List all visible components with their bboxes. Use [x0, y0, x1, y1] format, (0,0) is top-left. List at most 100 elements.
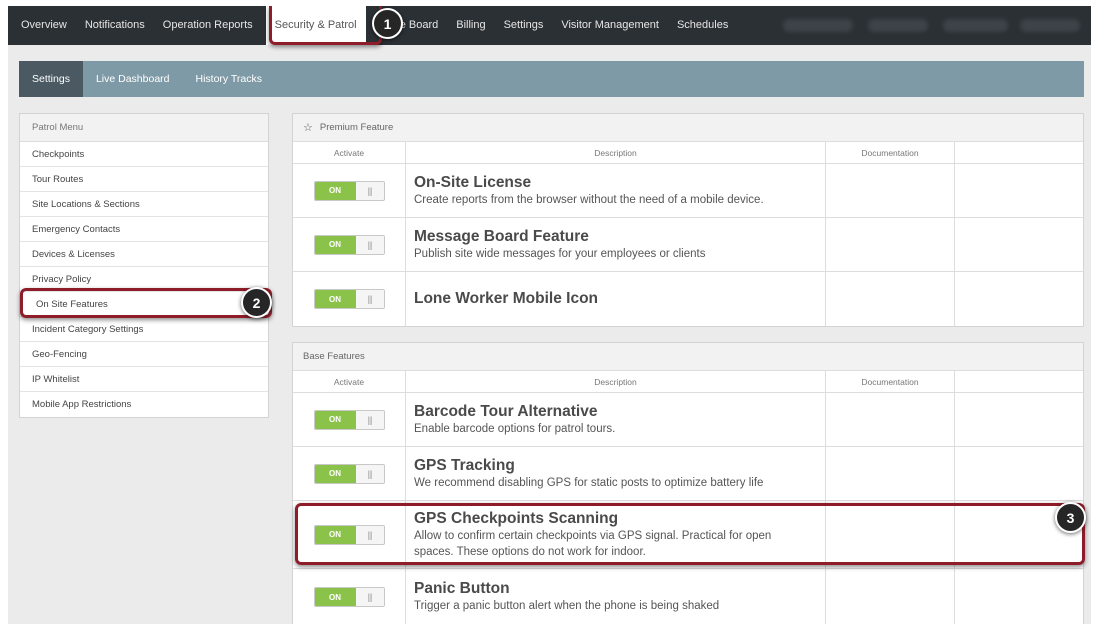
activate-cell: ON ||| [293, 164, 406, 217]
tab-history-tracks[interactable]: History Tracks [183, 61, 276, 97]
description-cell: On-Site License Create reports from the … [406, 164, 826, 217]
sidebar-item-site-locations[interactable]: Site Locations & Sections [20, 192, 268, 217]
column-blank [955, 371, 1083, 392]
activate-toggle[interactable]: ON ||| [313, 524, 385, 545]
documentation-cell [826, 501, 955, 568]
step-badge-1: 1 [372, 8, 403, 39]
feature-row: ON ||| Barcode Tour Alternative Enable b… [293, 393, 1083, 447]
star-outline-icon: ☆ [303, 121, 313, 134]
activate-toggle[interactable]: ON ||| [313, 180, 385, 201]
blank-cell [955, 569, 1083, 624]
activate-cell: ON ||| [293, 447, 406, 500]
grip-icon: ||| [367, 592, 372, 602]
sidebar-item-on-site-features[interactable]: On Site Features [20, 292, 268, 317]
column-documentation: Documentation [826, 371, 955, 392]
description-cell: Message Board Feature Publish site wide … [406, 218, 826, 271]
activate-toggle[interactable]: ON ||| [313, 587, 385, 607]
premium-feature-header: ☆ Premium Feature [293, 114, 1083, 142]
sidebar-item-checkpoints[interactable]: Checkpoints [20, 142, 268, 167]
sidebar-item-ip-whitelist[interactable]: IP Whitelist [20, 367, 268, 392]
toggle-on-label: ON [314, 181, 356, 200]
toggle-on-label: ON [314, 410, 356, 429]
blurred-nav-item [868, 19, 928, 32]
blurred-nav-item [1020, 19, 1080, 32]
activate-cell: ON ||| [293, 501, 406, 568]
feature-title: Barcode Tour Alternative [414, 402, 598, 420]
feature-title: Panic Button [414, 580, 510, 597]
app-viewport: Overview Notifications Operation Reports… [8, 6, 1091, 624]
column-documentation: Documentation [826, 142, 955, 163]
nav-security-patrol[interactable]: Security & Patrol [265, 6, 366, 45]
grip-icon: ||| [367, 529, 372, 540]
column-headers: Activate Description Documentation [293, 142, 1083, 164]
nav-visitor-management[interactable]: Visitor Management [552, 6, 668, 45]
premium-feature-panel: ☆ Premium Feature Activate Description D… [292, 113, 1084, 327]
tab-live-dashboard[interactable]: Live Dashboard [83, 61, 183, 97]
documentation-cell [826, 393, 955, 446]
feature-description: Trigger a panic button alert when the ph… [414, 600, 720, 612]
activate-cell: ON ||| [293, 569, 406, 624]
column-description: Description [406, 142, 826, 163]
documentation-cell [826, 218, 955, 271]
step-badge-2: 2 [241, 287, 272, 318]
tab-settings[interactable]: Settings [19, 61, 83, 97]
nav-operation-reports[interactable]: Operation Reports [154, 6, 262, 45]
sidebar-item-emergency-contacts[interactable]: Emergency Contacts [20, 217, 268, 242]
description-cell: Barcode Tour Alternative Enable barcode … [406, 393, 826, 446]
blurred-nav-item [943, 19, 1008, 32]
nav-overview[interactable]: Overview [12, 6, 76, 45]
activate-toggle[interactable]: ON ||| [313, 289, 385, 309]
description-cell: Lone Worker Mobile Icon [406, 272, 826, 326]
feature-row: ON ||| Message Board Feature Publish sit… [293, 218, 1083, 272]
activate-toggle[interactable]: ON ||| [313, 234, 385, 255]
base-features-title: Base Features [303, 350, 365, 362]
sidebar-item-mobile-app-restrictions[interactable]: Mobile App Restrictions [20, 392, 268, 417]
column-description: Description [406, 371, 826, 392]
documentation-cell [826, 272, 955, 326]
grip-icon: ||| [367, 185, 372, 196]
nav-billing[interactable]: Billing [447, 6, 494, 45]
documentation-cell [826, 569, 955, 624]
sidebar-item-privacy-policy[interactable]: Privacy Policy [20, 267, 268, 292]
sidebar-item-incident-category[interactable]: Incident Category Settings [20, 317, 268, 342]
patrol-menu-sidebar: Patrol Menu Checkpoints Tour Routes Site… [19, 113, 269, 418]
blurred-nav-item [783, 19, 853, 32]
documentation-cell [826, 164, 955, 217]
column-blank [955, 142, 1083, 163]
base-features-panel: Base Features Activate Description Docum… [292, 342, 1084, 624]
sidebar-item-devices-licenses[interactable]: Devices & Licenses [20, 242, 268, 267]
documentation-cell [826, 447, 955, 500]
feature-description: We recommend disabling GPS for static po… [414, 476, 764, 489]
activate-cell: ON ||| [293, 272, 406, 326]
feature-description: Publish site wide messages for your empl… [414, 247, 706, 260]
toggle-on-label: ON [314, 235, 356, 254]
description-cell: Panic Button Trigger a panic button aler… [406, 569, 826, 624]
nav-schedules[interactable]: Schedules [668, 6, 737, 45]
grip-icon: ||| [367, 239, 372, 250]
toggle-on-label: ON [314, 464, 356, 483]
activate-toggle[interactable]: ON ||| [313, 463, 385, 484]
sidebar-item-geo-fencing[interactable]: Geo-Fencing [20, 342, 268, 367]
activate-cell: ON ||| [293, 393, 406, 446]
column-activate: Activate [293, 371, 406, 392]
feature-title: Message Board Feature [414, 227, 589, 245]
grip-icon: ||| [367, 294, 372, 304]
top-navigation: Overview Notifications Operation Reports… [8, 6, 1091, 45]
sub-tab-bar: Settings Live Dashboard History Tracks [19, 61, 1084, 97]
column-activate: Activate [293, 142, 406, 163]
base-features-header: Base Features [293, 343, 1083, 371]
nav-settings[interactable]: Settings [495, 6, 553, 45]
blank-cell [955, 164, 1083, 217]
premium-feature-title: Premium Feature [319, 121, 394, 133]
activate-toggle[interactable]: ON ||| [313, 409, 385, 430]
activate-cell: ON ||| [293, 218, 406, 271]
feature-title: Lone Worker Mobile Icon [414, 290, 599, 307]
grip-icon: ||| [367, 414, 372, 425]
grip-icon: ||| [367, 468, 372, 479]
blank-cell [955, 447, 1083, 500]
screenshot-frame: Overview Notifications Operation Reports… [0, 0, 1098, 630]
feature-row: ON ||| Panic Button Trigger a panic butt… [293, 569, 1083, 624]
nav-notifications[interactable]: Notifications [76, 6, 154, 45]
sidebar-item-tour-routes[interactable]: Tour Routes [20, 167, 268, 192]
feature-title: On-Site License [414, 173, 532, 191]
